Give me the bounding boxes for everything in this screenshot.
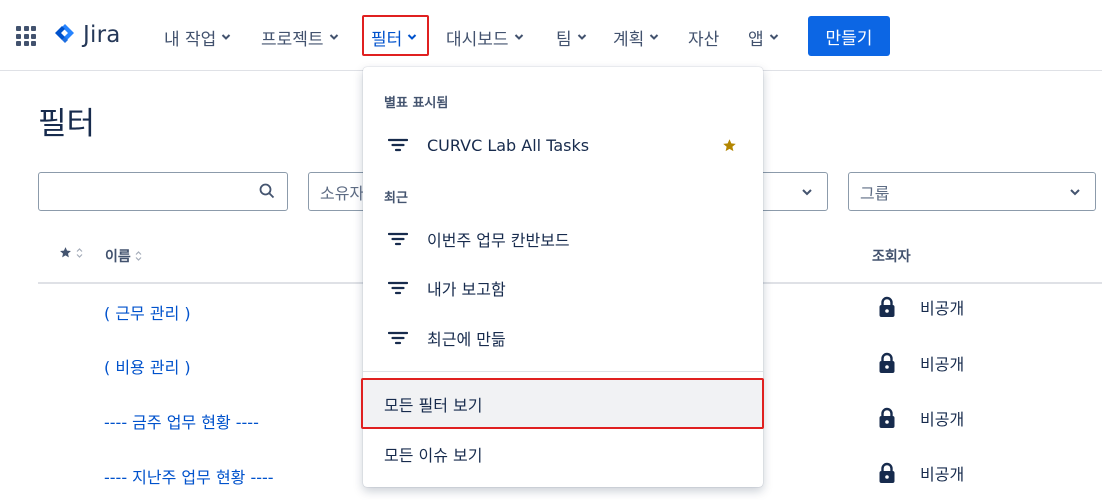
owner-placeholder: 소유자	[320, 183, 365, 203]
recent-heading: 최근	[384, 191, 408, 206]
dropdown-divider	[363, 371, 763, 372]
chevron-down-icon	[650, 34, 659, 40]
nav-assets[interactable]: 자산	[688, 22, 719, 52]
chevron-down-icon	[222, 34, 231, 40]
column-header-viewer: 조회자	[872, 246, 911, 266]
lock-icon	[879, 407, 895, 428]
filter-lines-icon	[388, 331, 408, 345]
top-navigation: Jira 내 작업 프로젝트 필터 대시보드 팀 계획 자산 앱 만들기	[0, 0, 1102, 71]
nav-label: 자산	[688, 29, 720, 50]
lock-icon	[879, 296, 895, 317]
viewer-label: 비공개	[920, 410, 965, 429]
column-header-label: 조회자	[872, 249, 911, 265]
jira-logo[interactable]: Jira	[52, 22, 121, 48]
app-name: Jira	[83, 22, 121, 48]
nav-label: 프로젝트	[261, 29, 324, 50]
group-select[interactable]: 그룹	[848, 172, 1096, 211]
viewer-cell: 비공개	[878, 351, 964, 375]
dropdown-item-starred[interactable]: CURVC Lab All Tasks	[363, 122, 763, 168]
view-all-issues-item[interactable]: 모든 이슈 보기	[363, 430, 763, 478]
viewer-label: 비공개	[920, 465, 965, 484]
nav-label: 계획	[613, 29, 645, 50]
filters-dropdown: 별표 표시됨 CURVC Lab All Tasks 최근 이번주 업무 칸반보…	[361, 67, 764, 487]
sort-icon	[135, 251, 142, 261]
column-header-star[interactable]	[55, 246, 83, 259]
page-title: 필터	[38, 106, 96, 142]
filter-row-link[interactable]: ( 비용 관리 )	[104, 354, 191, 378]
dropdown-item-recent[interactable]: 이번주 업무 칸반보드	[363, 216, 763, 262]
filter-row-link[interactable]: ---- 지난주 업무 현황 ----	[104, 464, 274, 488]
nav-label: 내 작업	[164, 29, 217, 50]
filter-lines-icon	[388, 138, 408, 152]
nav-label: 팀	[556, 29, 572, 50]
viewer-label: 비공개	[920, 299, 965, 318]
viewer-cell: 비공개	[878, 295, 964, 319]
lock-icon	[879, 462, 895, 483]
chevron-down-icon	[577, 34, 586, 40]
nav-plans[interactable]: 계획	[613, 22, 659, 52]
chevron-down-icon	[1070, 189, 1080, 196]
nav-filters-highlight	[362, 15, 429, 56]
chevron-down-icon	[769, 34, 778, 40]
filter-lines-icon	[388, 232, 408, 246]
create-button[interactable]: 만들기	[808, 16, 890, 56]
nav-label: 대시보드	[446, 29, 509, 50]
apps-grid-icon[interactable]	[16, 26, 36, 46]
lock-icon	[879, 352, 895, 373]
nav-projects[interactable]: 프로젝트	[261, 22, 339, 52]
nav-apps[interactable]: 앱	[748, 22, 779, 52]
search-icon	[259, 183, 275, 199]
column-header-name[interactable]: 이름	[105, 246, 142, 266]
view-all-filters-item[interactable]: 모든 필터 보기	[363, 380, 763, 428]
group-placeholder: 그룹	[860, 183, 890, 203]
chevron-down-icon	[514, 34, 523, 40]
nav-my-work[interactable]: 내 작업	[164, 22, 231, 52]
dropdown-item-label: CURVC Lab All Tasks	[427, 135, 590, 155]
chevron-down-icon	[329, 34, 338, 40]
search-input[interactable]	[38, 172, 288, 211]
viewer-label: 비공개	[920, 355, 965, 374]
filter-row-link[interactable]: ---- 금주 업무 현황 ----	[104, 409, 259, 433]
nav-dashboards[interactable]: 대시보드	[446, 22, 524, 52]
starred-heading: 별표 표시됨	[384, 96, 449, 111]
viewer-cell: 비공개	[878, 461, 964, 485]
star-icon	[60, 247, 71, 258]
chevron-down-icon	[802, 189, 812, 196]
filter-lines-icon	[388, 281, 408, 295]
filter-row-link[interactable]: ( 근무 관리 )	[104, 300, 191, 324]
viewer-cell: 비공개	[878, 406, 964, 430]
dropdown-item-label: 최근에 만듦	[427, 330, 506, 349]
star-icon[interactable]	[722, 138, 737, 153]
dropdown-item-recent[interactable]: 내가 보고함	[363, 265, 763, 311]
dropdown-item-recent[interactable]: 최근에 만듦	[363, 315, 763, 361]
column-header-label: 이름	[105, 249, 131, 265]
nav-label: 앱	[748, 29, 764, 50]
sort-icon	[76, 247, 83, 258]
nav-teams[interactable]: 팀	[556, 22, 587, 52]
dropdown-item-label: 이번주 업무 칸반보드	[427, 231, 570, 250]
jira-logo-icon	[55, 24, 74, 43]
dropdown-item-label: 내가 보고함	[427, 280, 506, 299]
